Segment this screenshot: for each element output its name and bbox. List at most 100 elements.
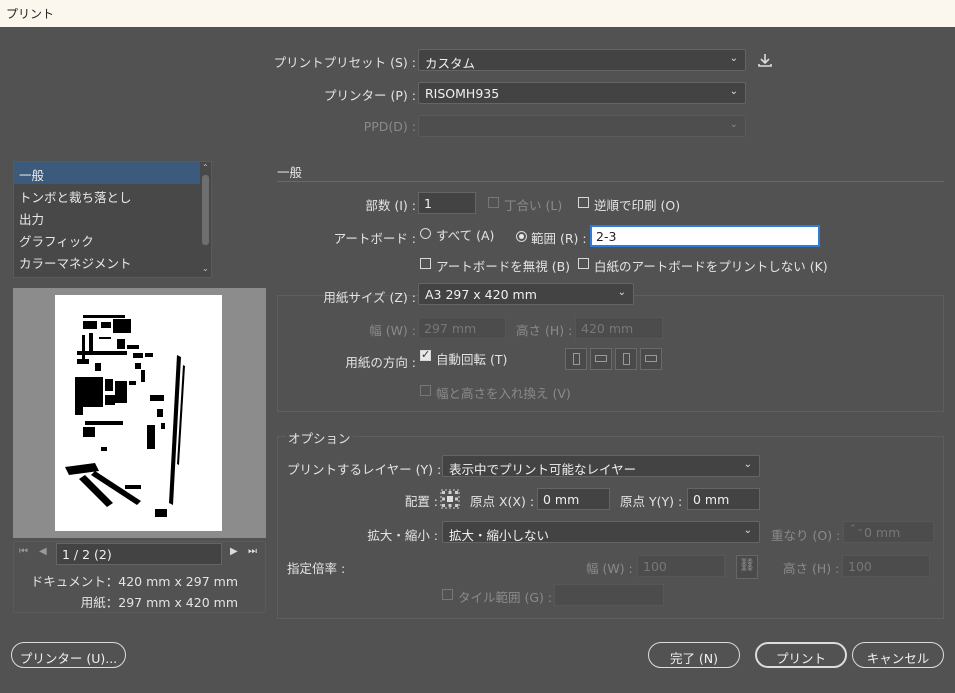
scale-select[interactable]: 拡大・縮小しない ⌄ [442, 521, 760, 543]
copies-label: 部数 (I) : [365, 198, 416, 213]
list-item[interactable]: カラーマネジメント [14, 250, 211, 272]
range-radio[interactable] [516, 231, 527, 242]
chevron-down-icon: ⌄ [617, 287, 626, 298]
skip-blank-checkbox[interactable] [578, 258, 589, 269]
origin-y-value: 0 mm [693, 492, 730, 507]
list-scrollbar[interactable]: ⌃ ⌄ [200, 162, 211, 277]
collate-checkbox [488, 197, 499, 208]
range-input[interactable]: 2-3 [590, 225, 820, 247]
scale-label: 拡大・縮小 : [367, 528, 438, 543]
scale-h-label: 高さ (H) : [783, 561, 840, 576]
tile-checkbox [442, 589, 453, 600]
overlap-value: 0 mm [864, 525, 901, 540]
layers-label: プリントするレイヤー (Y) : [287, 462, 442, 477]
scale-h-value: 100 [848, 559, 872, 574]
scroll-up-icon[interactable]: ⌃ [202, 163, 209, 172]
ignore-artboards-label: アートボードを無視 (B) [436, 259, 571, 274]
skip-blank-label: 白紙のアートボードをプリントしない (K) [594, 259, 828, 274]
layers-value: 表示中でプリント可能なレイヤー [449, 462, 637, 477]
width-label: 幅 (W) : [369, 323, 416, 338]
scale-w-value: 100 [643, 559, 667, 574]
link-icon: ⛓ [736, 555, 758, 579]
chevron-down-icon: ⌄ [743, 525, 752, 536]
preset-value: カスタム [425, 56, 476, 71]
paper-size-select[interactable]: A3 297 x 420 mm ⌄ [418, 283, 634, 305]
reverse-label: 逆順で印刷 (O) [594, 198, 681, 213]
origin-x-label: 原点 X(X) : [470, 494, 535, 509]
tile-input [554, 584, 664, 606]
list-item[interactable]: 一般 [14, 162, 211, 184]
chevron-down-icon: ⌄ [729, 86, 738, 97]
printer-select[interactable]: RISOMH935 ⌄ [418, 82, 746, 104]
list-item[interactable]: 出力 [14, 206, 211, 228]
divider [277, 181, 944, 182]
landscape-icon [590, 348, 612, 370]
page-value: 1 / 2 (2) [62, 547, 112, 562]
all-label: すべて (A) [436, 228, 495, 243]
range-value: 2-3 [596, 229, 617, 244]
document-size: ドキュメント：420 mm x 297 mm [30, 574, 238, 589]
tile-label: タイル範囲 (G) : [458, 590, 553, 605]
printer-value: RISOMH935 [425, 86, 500, 101]
scale-w-input: 100 [637, 555, 725, 577]
placement-label: 配置 : [404, 494, 438, 509]
first-page-icon[interactable]: ⏮ [19, 546, 28, 557]
all-radio[interactable] [420, 228, 431, 239]
reverse-checkbox[interactable] [578, 197, 589, 208]
printer-label: プリンター (P) : [324, 88, 416, 103]
height-label: 高さ (H) : [516, 323, 573, 338]
auto-rotate-label: 自動回転 (T) [436, 352, 508, 367]
ignore-artboards-checkbox[interactable] [420, 258, 431, 269]
scale-w-label: 幅 (W) : [586, 561, 633, 576]
print-button[interactable]: プリント [755, 642, 847, 668]
section-title-options: オプション [286, 428, 353, 447]
origin-y-label: 原点 Y(Y) : [620, 494, 683, 509]
window-title: プリント [0, 0, 955, 27]
cancel-button[interactable]: キャンセル [852, 642, 944, 668]
done-button[interactable]: 完了 (N) [648, 642, 740, 668]
layers-select[interactable]: 表示中でプリント可能なレイヤー ⌄ [442, 455, 760, 477]
copies-value: 1 [424, 196, 432, 211]
swap-checkbox [420, 385, 431, 396]
ppd-select: ⌄ [418, 115, 746, 137]
portrait-icon [565, 348, 587, 370]
placement-grid-icon[interactable] [440, 489, 460, 509]
height-input: 420 mm [575, 317, 663, 339]
stepper-icon: ⌃⌄ [849, 524, 865, 534]
origin-x-input[interactable]: 0 mm [537, 488, 610, 510]
prev-page-icon[interactable]: ◀ [39, 546, 47, 557]
print-preview[interactable] [13, 288, 266, 538]
swap-label: 幅と高さを入れ換え (V) [436, 386, 571, 401]
origin-x-value: 0 mm [543, 492, 580, 507]
copies-input[interactable]: 1 [418, 192, 476, 214]
custom-scale-label: 指定倍率 : [287, 561, 346, 576]
category-list[interactable]: 一般 トンボと裁ち落とし 出力 グラフィック カラーマネジメント 詳細 ⌃ ⌄ [13, 161, 212, 278]
paper-size-value: A3 297 x 420 mm [425, 287, 537, 302]
ppd-label: PPD(D) : [363, 119, 416, 134]
scroll-thumb[interactable] [202, 175, 209, 245]
section-title-general: 一般 [277, 165, 303, 180]
paper-size-info: 用紙：297 mm x 420 mm [80, 595, 238, 610]
download-icon[interactable] [757, 52, 773, 68]
paper-size-label: 用紙サイズ (Z) : [323, 290, 416, 305]
landscape-flipped-icon [640, 348, 662, 370]
last-page-icon[interactable]: ⏭ [248, 546, 257, 557]
width-value: 297 mm [424, 321, 477, 336]
portrait-flipped-icon [615, 348, 637, 370]
list-item[interactable]: グラフィック [14, 228, 211, 250]
list-item[interactable]: トンボと裁ち落とし [14, 184, 211, 206]
chevron-down-icon: ⌄ [729, 119, 738, 130]
scale-h-input: 100 [842, 555, 930, 577]
orientation-label: 用紙の方向 : [345, 355, 416, 370]
next-page-icon[interactable]: ▶ [230, 546, 238, 557]
width-input: 297 mm [418, 317, 506, 339]
auto-rotate-checkbox[interactable] [420, 348, 431, 361]
chevron-down-icon: ⌄ [743, 459, 752, 470]
scroll-down-icon[interactable]: ⌄ [202, 264, 209, 273]
range-label: 範囲 (R) : [531, 231, 587, 246]
printer-button[interactable]: プリンター (U)... [11, 642, 126, 668]
list-item[interactable]: 詳細 [14, 272, 211, 277]
origin-y-input[interactable]: 0 mm [687, 488, 760, 510]
page-field[interactable]: 1 / 2 (2) [56, 543, 222, 565]
preset-select[interactable]: カスタム ⌄ [418, 49, 746, 71]
